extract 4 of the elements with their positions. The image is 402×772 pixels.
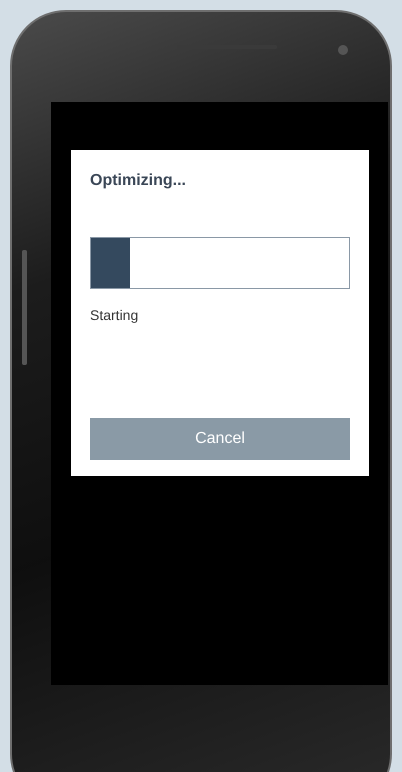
dialog-title: Optimizing... bbox=[90, 172, 187, 190]
status-text: Starting bbox=[90, 307, 140, 323]
camera-icon bbox=[338, 45, 348, 55]
cancel-button[interactable]: Cancel bbox=[90, 418, 350, 460]
